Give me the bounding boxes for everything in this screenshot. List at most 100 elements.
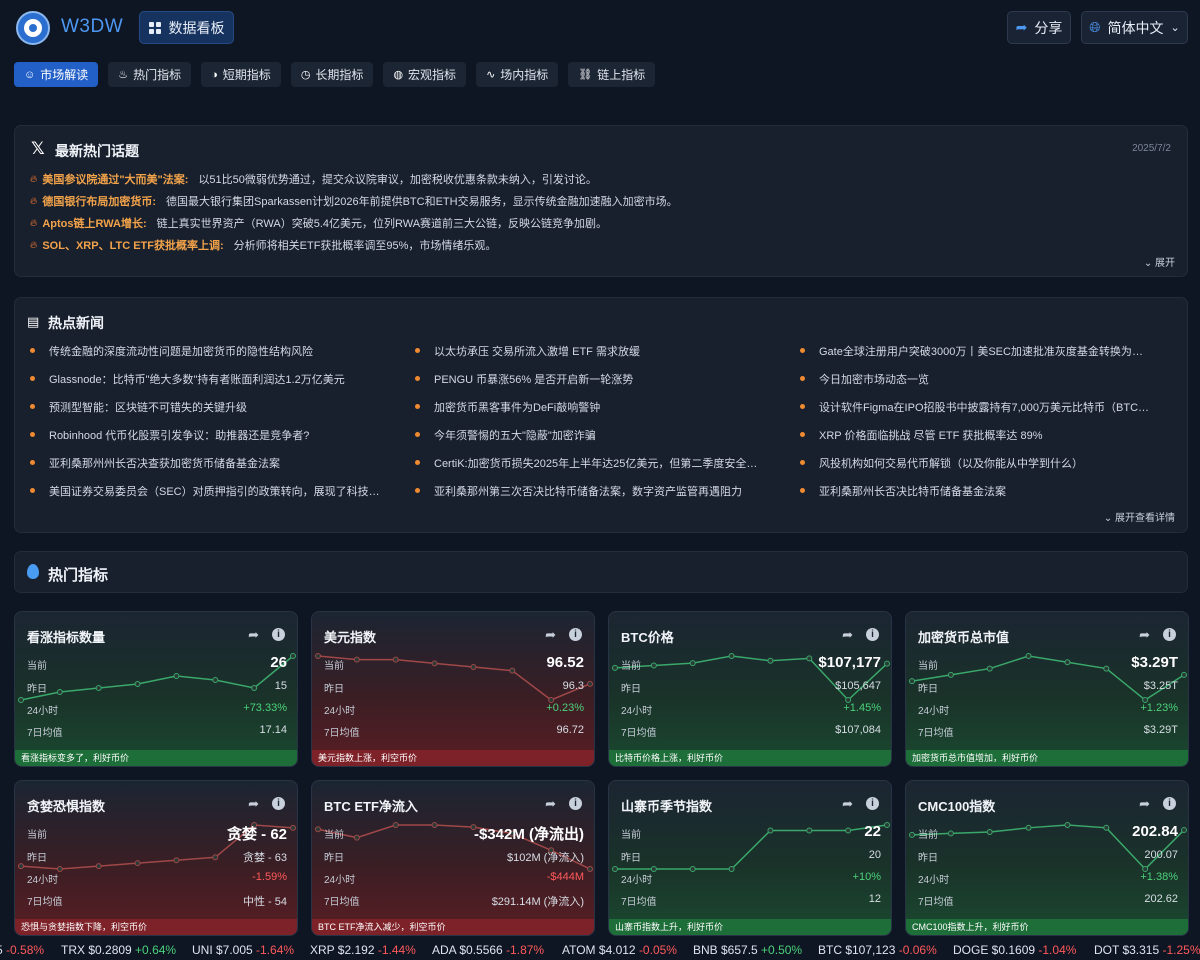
ticker-item[interactable]: TRX $0.2809 +0.64% — [61, 943, 176, 957]
info-icon[interactable]: i — [569, 797, 582, 810]
indicator-card[interactable]: BTC ETF净流入 ➦ i 当前 -$342M (净流出) 昨日 $102M (净流入) 2… — [311, 780, 595, 936]
tab-macro[interactable]: ◍ 宏观指标 — [383, 62, 467, 87]
card-footer-note: 恐惧与贪婪指数下降，利空币价 — [15, 919, 297, 935]
share-icon[interactable]: ➦ — [842, 627, 853, 643]
sparkline-point — [212, 854, 219, 861]
indicator-card[interactable]: 山寨币季节指数 ➦ i 当前 22 昨日 20 24小时 +10% 7日均值 12 山寨币指数上升，利… — [608, 780, 892, 936]
info-icon[interactable]: i — [866, 628, 879, 641]
info-icon[interactable]: i — [1163, 628, 1176, 641]
news-item[interactable]: CertiK:加密货币损失2025年上半年达25亿美元，但第二季度安全事件… — [415, 455, 765, 471]
indicator-card[interactable]: 加密货币总市值 ➦ i 当前 $3.29T 昨日 $3.25T 24小时 +1.23% 7日均值 $… — [905, 611, 1189, 767]
current-label: 当前 — [27, 830, 47, 841]
share-icon[interactable]: ➦ — [248, 796, 259, 812]
sparkline-point — [986, 829, 993, 836]
share-icon[interactable]: ➦ — [248, 627, 259, 643]
ticker-item[interactable]: 5 -0.58% — [0, 943, 44, 957]
tab-onchain[interactable]: ⛓ 链上指标 — [568, 62, 656, 87]
card-title: BTC价格 — [621, 630, 674, 645]
sparkline-point — [290, 824, 296, 831]
news-item[interactable]: 今年须警惕的五大"隐蔽"加密诈骗 — [415, 427, 765, 443]
indicator-card[interactable]: 贪婪恐惧指数 ➦ i 当前 贪婪 - 62 昨日 贪婪 - 63 24小时 -1.59% 7日均值… — [14, 780, 298, 936]
indicator-card[interactable]: BTC价格 ➦ i 当前 $107,177 昨日 $105,647 24小时 +1.45% 7日均… — [608, 611, 892, 767]
sparkline-point — [806, 827, 813, 834]
yesterday-value: 20 — [868, 849, 881, 861]
ticker-item[interactable]: DOT $3.315 -1.25% — [1094, 943, 1200, 957]
sparkline-point — [587, 866, 593, 872]
ticker-change: -0.06% — [898, 943, 937, 957]
tab-market-analysis[interactable]: ☺ 市场解读 — [14, 62, 99, 87]
news-item[interactable]: 亚利桑那州州长否决查获加密货币储备基金法案 — [30, 455, 380, 471]
news-item[interactable]: 美国证券交易委员会（SEC）对质押指引的政策转向，展现了科技友好… — [30, 483, 380, 499]
topics-title: 最新热门话题 — [55, 143, 139, 159]
news-item[interactable]: 以太坊承压 交易所流入激增 ETF 需求放缓 — [415, 343, 765, 359]
ticker-item[interactable]: BNB $657.5 +0.50% — [693, 943, 802, 957]
sparkline-point — [353, 834, 360, 841]
share-icon[interactable]: ➦ — [842, 796, 853, 812]
tab-exchange[interactable]: ∿ 场内指标 — [476, 62, 559, 87]
avg-7d-label: 7日均值 — [324, 728, 360, 739]
topics-expand-button[interactable]: ⌄ 展开 — [1144, 254, 1175, 269]
sparkline-point — [173, 857, 180, 864]
news-item[interactable]: 传统金融的深度流动性问题是加密货币的隐性结构风险 — [30, 343, 380, 359]
share-icon[interactable]: ➦ — [1139, 627, 1150, 643]
ticker-item[interactable]: BTC $107,123 -0.06% — [818, 943, 937, 957]
share-button[interactable]: ➦ 分享 — [1007, 11, 1071, 44]
topic-item[interactable]: 🔥︎ SOL、XRP、LTC ETF获批概率上调: 分析师将相关ETF获批概率调至9… — [30, 237, 496, 253]
ticker-symbol-price: TRX $0.2809 — [61, 943, 136, 957]
info-icon[interactable]: i — [569, 628, 582, 641]
ticker-item[interactable]: DOGE $0.1609 -1.04% — [953, 943, 1076, 957]
news-item[interactable]: Robinhood 代币化股票引发争议：助推器还是竞争者? — [30, 427, 380, 443]
indicator-card[interactable]: 看涨指标数量 ➦ i 当前 26 昨日 15 24小时 +73.33% 7日均值 17.14 看涨指标… — [14, 611, 298, 767]
tab-long-term[interactable]: ◷ 长期指标 — [290, 62, 374, 87]
dashboard-label: 数据看板 — [168, 19, 225, 36]
topic-item[interactable]: 🔥︎ 美国参议院通过"大而美"法案: 以51比50微弱优势通过，提交众议院审议，加密… — [30, 171, 597, 187]
info-icon[interactable]: i — [272, 628, 285, 641]
info-icon[interactable]: i — [866, 797, 879, 810]
sparkline-point — [650, 662, 657, 669]
sparkline-point — [909, 831, 915, 838]
indicator-card[interactable]: 美元指数 ➦ i 当前 96.52 昨日 96.3 24小时 +0.23% 7日均值 96.72 美元… — [311, 611, 595, 767]
yesterday-label: 昨日 — [918, 853, 938, 864]
sparkline-point — [290, 653, 296, 659]
ticker-item[interactable]: UNI $7.005 -1.64% — [192, 943, 294, 957]
news-item[interactable]: 亚利桑那州第三次否决比特币储备法案，数字资产监管再遇阻力 — [415, 483, 765, 499]
ticker-symbol-price: DOT $3.315 — [1094, 943, 1163, 957]
tab-label: 长期指标 — [315, 68, 364, 82]
change-24h-value: +0.23% — [546, 702, 584, 714]
topic-head: Aptos链上RWA增长: — [42, 218, 147, 230]
share-icon[interactable]: ➦ — [545, 627, 556, 643]
tab-hot-indicators[interactable]: ♨ 热门指标 — [108, 62, 192, 87]
sparkline-point — [1181, 671, 1187, 678]
topic-item[interactable]: 🔥︎ 德国银行布局加密货币: 德国最大银行集团Sparkassen计划2026年前提… — [30, 193, 678, 209]
ticker-symbol-price: ADA $0.5566 — [432, 943, 507, 957]
news-item[interactable]: PENGU 币暴涨56% 是否开启新一轮涨势 — [415, 371, 765, 387]
share-icon[interactable]: ➦ — [545, 796, 556, 812]
news-item[interactable]: Glassnode：比特币"绝大多数"持有者账面利润达1.2万亿美元 — [30, 371, 380, 387]
news-item[interactable]: 加密货币黑客事件为DeFi敲响警钟 — [415, 399, 765, 415]
news-item[interactable]: 设计软件Figma在IPO招股书中披露持有7,000万美元比特币（BTC）ETF — [800, 399, 1150, 415]
logo-icon[interactable] — [16, 11, 50, 45]
share-icon[interactable]: ➦ — [1139, 796, 1150, 812]
news-expand-button[interactable]: ⌄ 展开查看详情 — [1104, 509, 1175, 524]
ticker-item[interactable]: XRP $2.192 -1.44% — [310, 943, 416, 957]
news-item[interactable]: 风投机构如何交易代币解锁（以及你能从中学到什么） — [800, 455, 1150, 471]
info-icon[interactable]: i — [1163, 797, 1176, 810]
info-icon[interactable]: i — [272, 797, 285, 810]
topic-head: 美国参议院通过"大而美"法案: — [42, 174, 189, 186]
ticker-item[interactable]: ATOM $4.012 -0.05% — [562, 943, 677, 957]
news-item[interactable]: Gate全球注册用户突破3000万丨美SEC加速批准灰度基金转换为ETF — [800, 343, 1150, 359]
sparkline-point — [212, 677, 219, 683]
brand-name[interactable]: W3DW — [61, 16, 123, 38]
topic-item[interactable]: 🔥︎ Aptos链上RWA增长: 链上真实世界资产（RWA）突破5.4亿美元，位列R… — [30, 215, 607, 231]
news-item[interactable]: 预测型智能：区块链不可错失的关键升级 — [30, 399, 380, 415]
language-select[interactable]: 🌐︎ 简体中文 ⌄ — [1081, 11, 1188, 44]
indicator-card[interactable]: CMC100指数 ➦ i 当前 202.84 昨日 200.07 24小时 +1.38% 7日均值… — [905, 780, 1189, 936]
current-value: 贪婪 - 62 — [226, 826, 287, 843]
ticker-item[interactable]: ADA $0.5566 -1.87% — [432, 943, 544, 957]
news-item[interactable]: 今日加密市场动态一览 — [800, 371, 1150, 387]
dashboard-button[interactable]: 数据看板 — [139, 11, 234, 44]
news-item[interactable]: 亚利桑那州长否决比特币储备基金法案 — [800, 483, 1150, 499]
tab-short-term[interactable]: ◑ 短期指标 — [201, 62, 281, 87]
news-item[interactable]: XRP 价格面临挑战 尽管 ETF 获批概率达 89% — [800, 427, 1150, 443]
share-label: 分享 — [1034, 19, 1063, 36]
